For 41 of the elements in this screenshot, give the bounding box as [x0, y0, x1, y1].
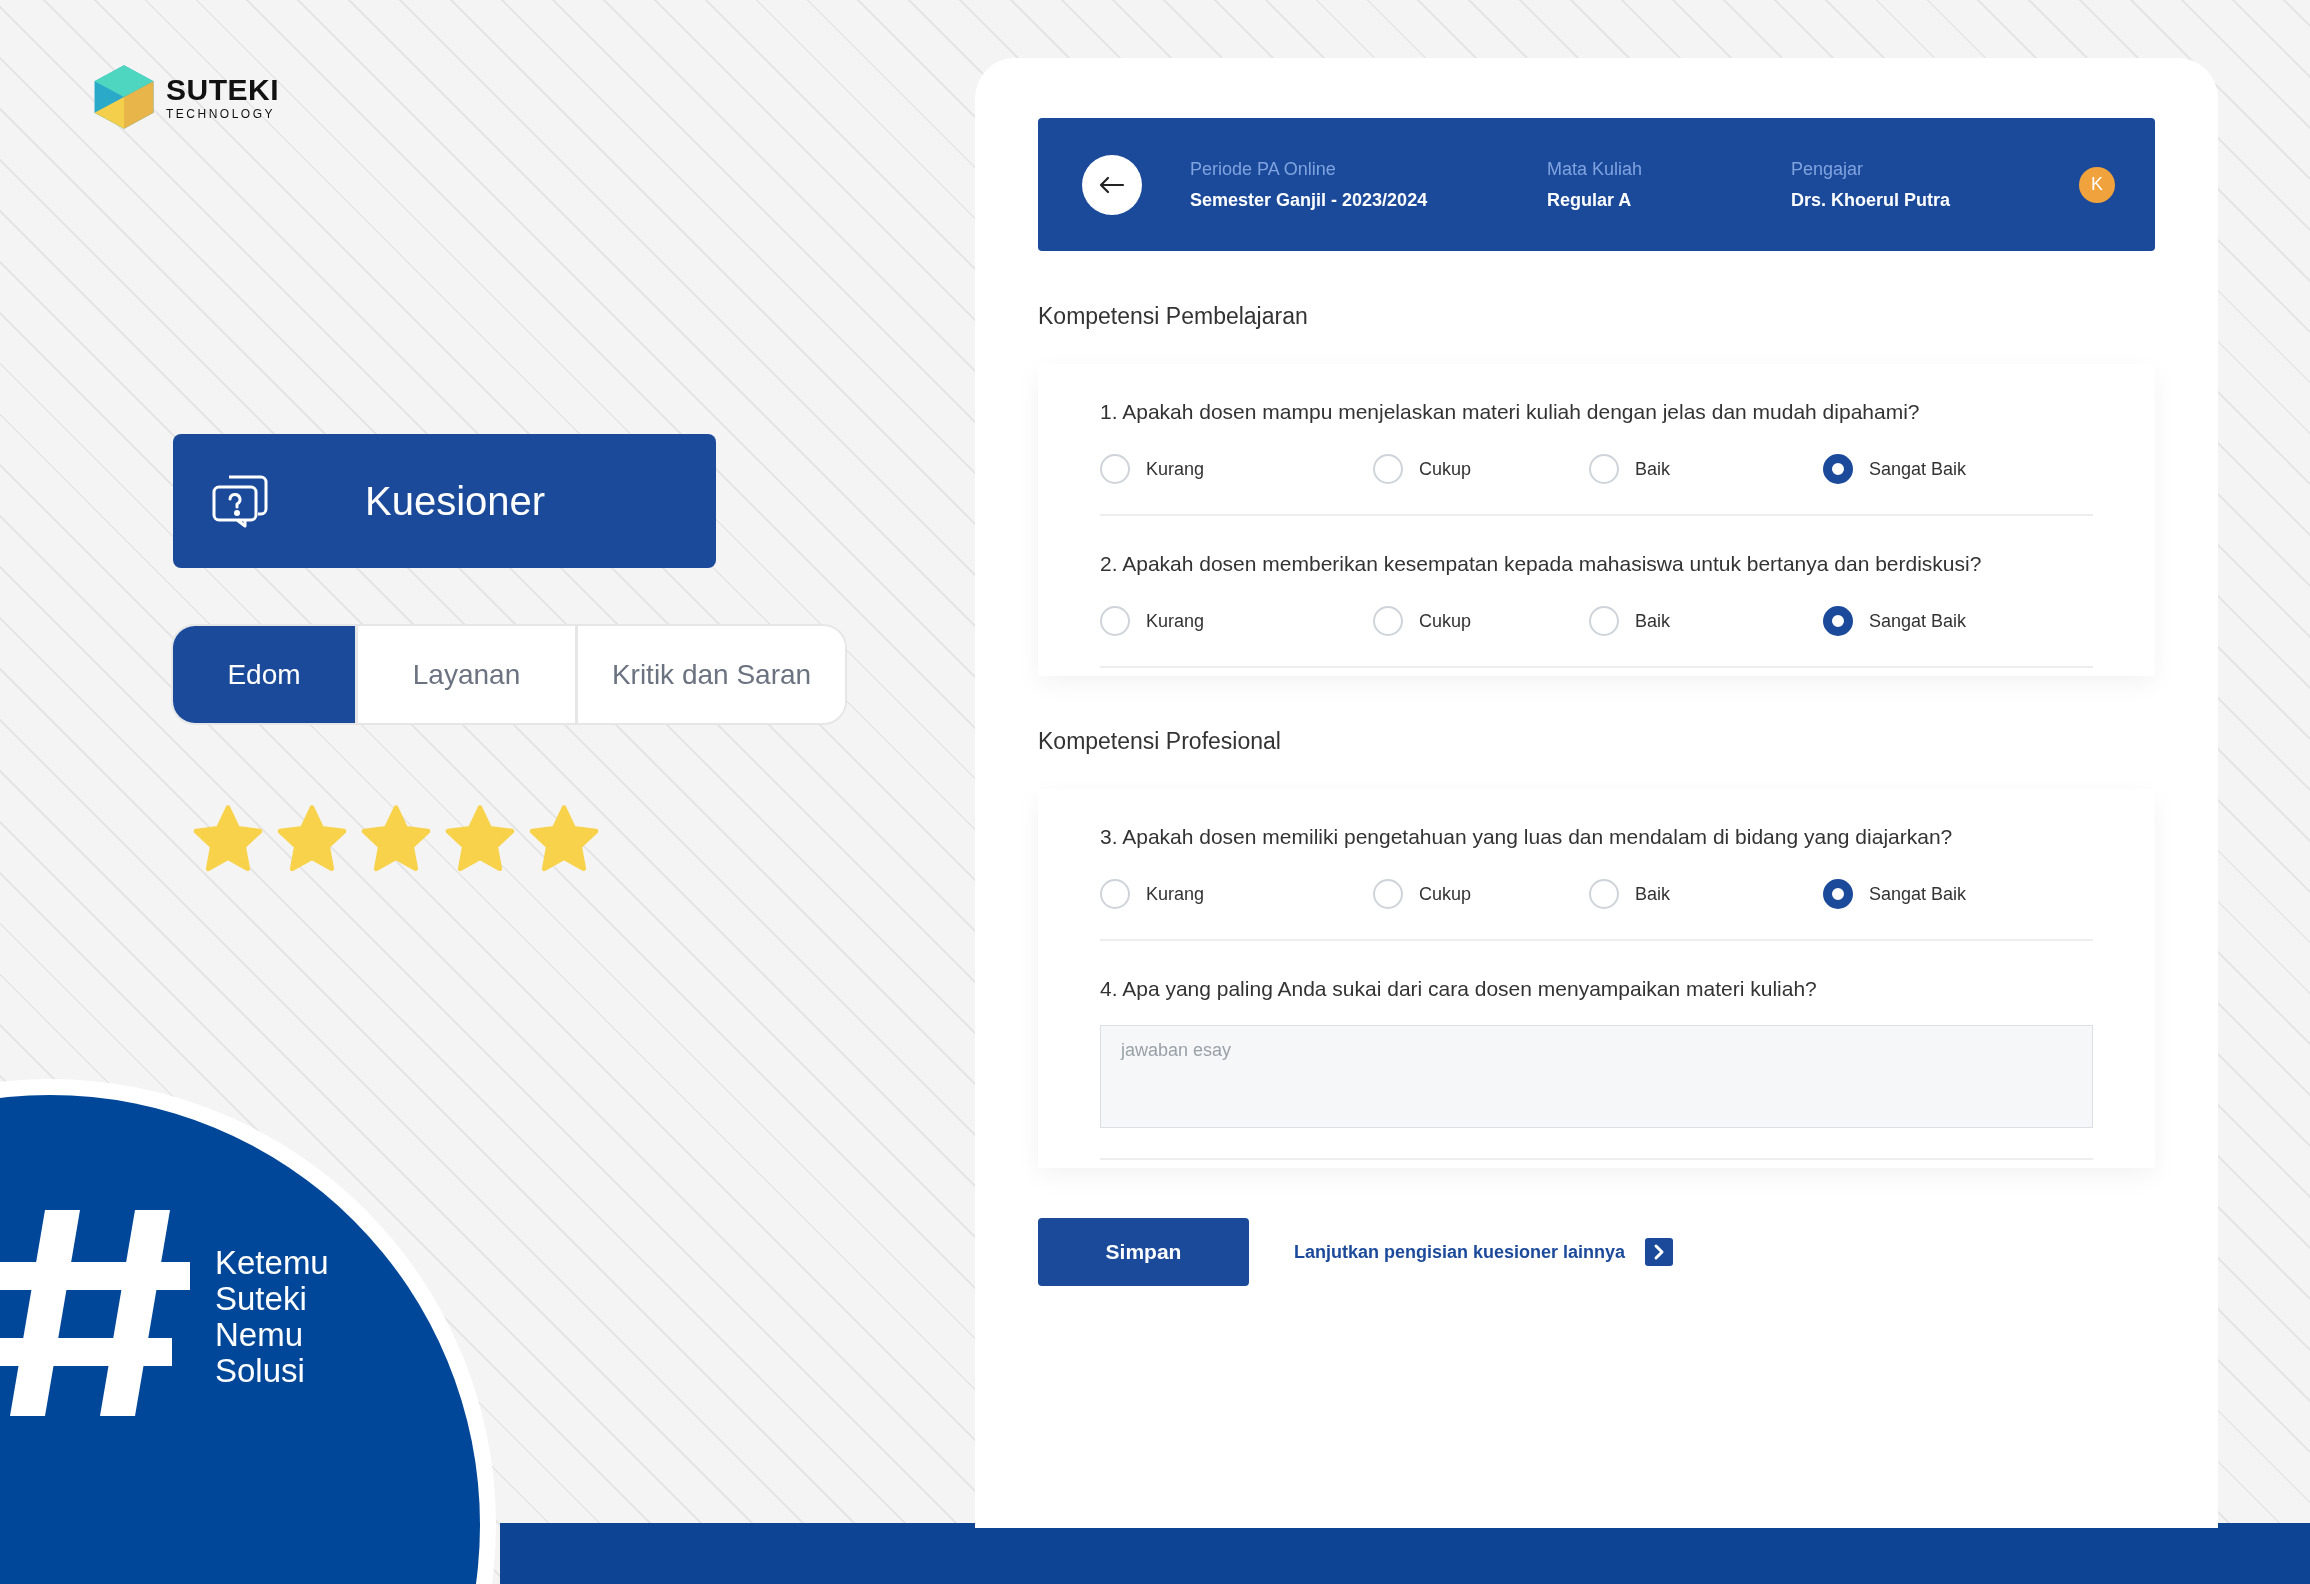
section-title: Kompetensi Pembelajaran [1038, 303, 1309, 330]
option-label: Kurang [1146, 883, 1205, 905]
chat-question-icon [211, 473, 269, 529]
option-label: Kurang [1146, 610, 1205, 632]
header-label: Mata Kuliah [1547, 158, 1644, 180]
radio-button[interactable] [1823, 879, 1853, 909]
option-label: Cukup [1419, 883, 1472, 905]
next-link[interactable]: Lanjutkan pengisian kuesioner lainnya [1294, 1241, 1626, 1263]
option-label: Baik [1635, 610, 1670, 632]
questionnaire-card[interactable]: Kuesioner [173, 434, 716, 568]
brand-name: SUTEKI [166, 73, 279, 107]
question-text: 1. Apakah dosen mampu menjelaskan materi kuliah dengan jelas dan mudah dipahami? [1100, 400, 1921, 424]
header-label: Periode PA Online [1190, 158, 1337, 180]
option-label: Cukup [1419, 458, 1472, 480]
option-label: Sangat Baik [1869, 883, 1967, 905]
tagline-line: Ketemu [215, 1245, 329, 1281]
header-value: Semester Ganjil - 2023/2024 [1190, 189, 1429, 211]
answer-field[interactable]: jawaban esay [1100, 1025, 2093, 1128]
header-label: Pengajar [1791, 158, 1865, 180]
tab[interactable]: Edom [173, 626, 358, 723]
option-label: Baik [1635, 883, 1670, 905]
radio-button[interactable] [1823, 606, 1853, 636]
header-value: Drs. Khoerul Putra [1791, 189, 1952, 211]
tagline-line: Nemu [215, 1317, 305, 1353]
option-label: Sangat Baik [1869, 458, 1967, 480]
tagline-line: Solusi [215, 1353, 306, 1389]
radio-button[interactable] [1823, 454, 1853, 484]
brand-subtitle: TECHNOLOGY [166, 107, 276, 121]
question-text: 3. Apakah dosen memiliki pengetahuan yang luas dan mendalam di bidang yang diajarkan? [1100, 825, 1954, 849]
chevron-right-icon[interactable] [1645, 1238, 1674, 1266]
option-label: Kurang [1146, 458, 1205, 480]
option-label: Baik [1635, 458, 1670, 480]
question-text: 4. Apa yang paling Anda sukai dari cara dosen menyampaikan materi kuliah? [1100, 977, 1818, 1001]
option-label: Cukup [1419, 610, 1472, 632]
save-button[interactable]: Simpan [1038, 1218, 1249, 1286]
tagline-line: Suteki [215, 1281, 308, 1317]
back-arrow-icon [1099, 175, 1125, 194]
question-text: 2. Apakah dosen memberikan kesempatan kepada mahasiswa untuk bertanya dan berdiskusi? [1100, 552, 1983, 576]
header-value: Regular A [1547, 189, 1633, 211]
section-title: Kompetensi Profesional [1038, 728, 1282, 755]
option-label: Sangat Baik [1869, 610, 1967, 632]
